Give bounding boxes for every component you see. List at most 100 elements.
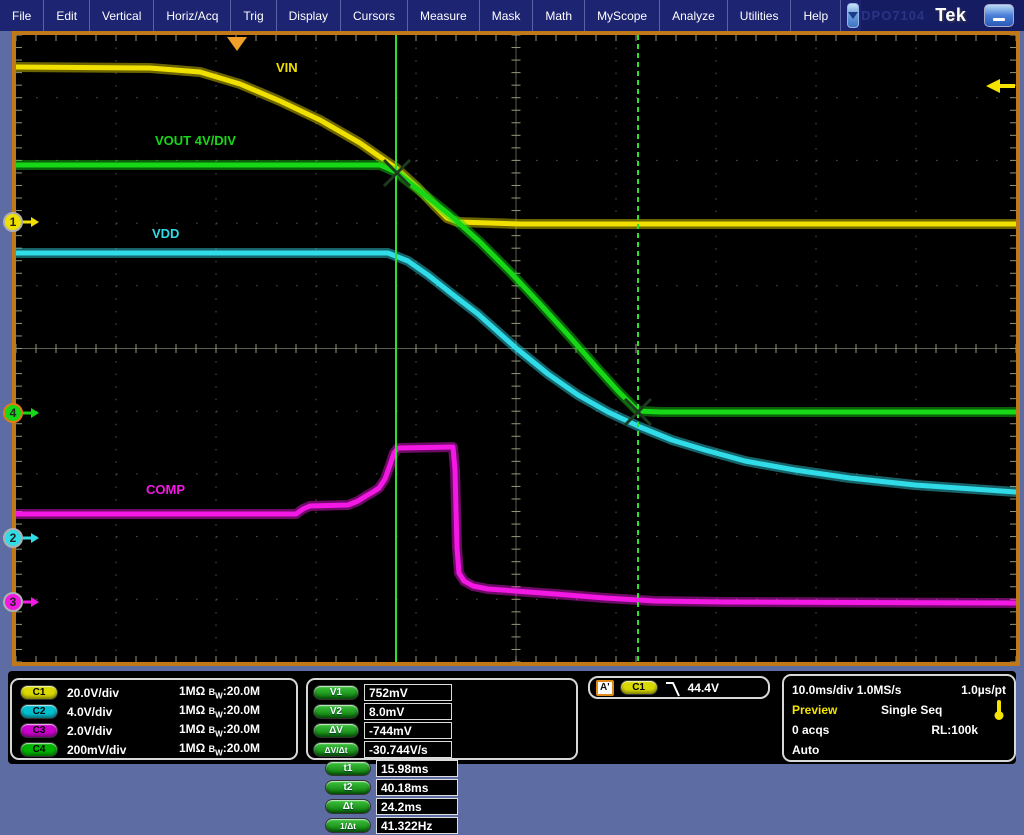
status-bar: C120.0V/div1MΩ BW:20.0MC24.0V/div1MΩ BW:… bbox=[0, 666, 1024, 768]
menu-item-edit[interactable]: Edit bbox=[44, 0, 90, 31]
menu-item-mask[interactable]: Mask bbox=[480, 0, 534, 31]
minimize-icon bbox=[993, 18, 1005, 21]
channel-impedance-bw-c3: 1MΩ BW:20.0M bbox=[179, 722, 260, 738]
trigger-position-marker[interactable] bbox=[227, 37, 247, 51]
cursor-pill--v: ΔV bbox=[313, 723, 359, 738]
record-length-label: RL:100k bbox=[931, 723, 978, 737]
channel-scale-c3: 2.0V/div bbox=[67, 724, 179, 738]
channel-impedance-bw-c1: 1MΩ BW:20.0M bbox=[179, 684, 260, 700]
acq-count-label: 0 acqs bbox=[792, 723, 829, 737]
cursor-pill--t: Δt bbox=[325, 799, 371, 814]
channel-pill-c2: C2 bbox=[20, 704, 58, 719]
channel-row-c2[interactable]: C2 4.0V/div1MΩ BW:20.0M bbox=[20, 702, 296, 721]
trace-label-comp: COMP bbox=[146, 482, 185, 497]
waveform-display[interactable]: VIN VOUT 4V/DIV VDD COMP bbox=[16, 35, 1016, 662]
tek-logo: Tek bbox=[935, 5, 966, 26]
menu-item-math[interactable]: Math bbox=[533, 0, 585, 31]
trigger-source-pill: C1 bbox=[620, 680, 658, 695]
cursor-readout-v2: V2 8.0mV bbox=[313, 702, 452, 721]
cursor-value-1-t: 41.322Hz bbox=[376, 817, 458, 834]
cursor-value-v2: 8.0mV bbox=[364, 703, 452, 720]
cursor-pill-v2: V2 bbox=[313, 704, 359, 719]
menu-item-measure[interactable]: Measure bbox=[408, 0, 480, 31]
trigger-level-marker[interactable] bbox=[986, 79, 1015, 93]
title-zone: DPO7104 Tek X bbox=[861, 0, 1024, 31]
trace-label-vdd: VDD bbox=[152, 226, 179, 241]
channel-pill-c4: C4 bbox=[20, 742, 58, 757]
cursor-pill-v1: V1 bbox=[313, 685, 359, 700]
cursor-readout--v-t: ΔV/Δt -30.744V/s bbox=[313, 740, 452, 759]
channel-impedance-bw-c2: 1MΩ BW:20.0M bbox=[179, 703, 260, 719]
menu-item-cursors[interactable]: Cursors bbox=[341, 0, 408, 31]
oscilloscope-screen: FileEditVerticalHoriz/AcqTrigDisplayCurs… bbox=[0, 0, 1024, 768]
channel-impedance-bw-c4: 1MΩ BW:20.0M bbox=[179, 741, 260, 757]
cursor-readout--t: Δt 24.2ms bbox=[325, 797, 458, 816]
channel-marker-arrow-4 bbox=[23, 407, 39, 419]
sample-resolution-label: 1.0µs/pt bbox=[961, 683, 1006, 697]
cursor-value--t: 24.2ms bbox=[376, 798, 458, 815]
channel-settings-panel[interactable]: C120.0V/div1MΩ BW:20.0MC24.0V/div1MΩ BW:… bbox=[10, 678, 298, 760]
cursor-readout--v: ΔV -744mV bbox=[313, 721, 452, 740]
cursor-value-t2: 40.18ms bbox=[376, 779, 458, 796]
channel-marker-circle-1: 1 bbox=[3, 212, 23, 232]
trigger-mode-label: Auto bbox=[792, 743, 819, 757]
menu-item-trig[interactable]: Trig bbox=[231, 0, 276, 31]
menu-bar: FileEditVerticalHoriz/AcqTrigDisplayCurs… bbox=[0, 0, 1024, 31]
channel-row-c3[interactable]: C3 2.0V/div1MΩ BW:20.0M bbox=[20, 721, 296, 740]
menu-item-display[interactable]: Display bbox=[277, 0, 341, 31]
menu-item-analyze[interactable]: Analyze bbox=[660, 0, 728, 31]
channel-marker-arrow-3 bbox=[23, 596, 39, 608]
channel-pill-c1: C1 bbox=[20, 685, 58, 700]
falling-edge-icon bbox=[664, 678, 682, 698]
cursor-readout-panel: V1752mVV28.0mVΔV-744mVΔV/Δt-30.744V/s t1… bbox=[306, 678, 578, 760]
menu-overflow-button[interactable] bbox=[847, 3, 859, 28]
channel-scale-c1: 20.0V/div bbox=[67, 686, 179, 700]
channel-scale-c2: 4.0V/div bbox=[67, 705, 179, 719]
channel-scale-c4: 200mV/div bbox=[67, 743, 179, 757]
trigger-readout[interactable]: A' C1 44.4V bbox=[588, 676, 770, 699]
thermometer-icon bbox=[992, 699, 1006, 721]
menu-item-myscope[interactable]: MyScope bbox=[585, 0, 660, 31]
channel-pill-c3: C3 bbox=[20, 723, 58, 738]
channel-marker-2[interactable]: 2 bbox=[3, 527, 39, 549]
channel-marker-3[interactable]: 3 bbox=[3, 591, 39, 613]
menu-item-utilities[interactable]: Utilities bbox=[728, 0, 792, 31]
menu-item-file[interactable]: File bbox=[0, 0, 44, 31]
channel-marker-arrow-1 bbox=[23, 216, 39, 228]
menu-item-help[interactable]: Help bbox=[791, 0, 841, 31]
cursor-pill-t1: t1 bbox=[325, 761, 371, 776]
model-label: DPO7104 bbox=[861, 8, 925, 23]
minimize-button[interactable] bbox=[984, 4, 1014, 27]
channel-marker-circle-3: 3 bbox=[3, 592, 23, 612]
menu-items: FileEditVerticalHoriz/AcqTrigDisplayCurs… bbox=[0, 0, 841, 31]
channel-marker-circle-2: 2 bbox=[3, 528, 23, 548]
cursor-pill-1-t: 1/Δt bbox=[325, 818, 371, 833]
cursor-value-t1: 15.98ms bbox=[376, 760, 458, 777]
trace-label-vout: VOUT 4V/DIV bbox=[155, 133, 236, 148]
channel-marker-circle-4: 4 bbox=[3, 403, 23, 423]
cursor-readout-v1: V1 752mV bbox=[313, 683, 452, 702]
cursor-value--v-t: -30.744V/s bbox=[364, 741, 452, 758]
cursor-readout-t2: t2 40.18ms bbox=[325, 778, 458, 797]
menu-item-horiz-acq[interactable]: Horiz/Acq bbox=[154, 0, 231, 31]
channel-marker-1[interactable]: 1 bbox=[3, 211, 39, 233]
preview-status: Preview bbox=[792, 703, 837, 717]
cursor-readout-t1: t1 15.98ms bbox=[325, 759, 458, 778]
timebase-label: 10.0ms/div 1.0MS/s bbox=[792, 683, 901, 697]
cursor-value-v1: 752mV bbox=[364, 684, 452, 701]
channel-marker-arrow-2 bbox=[23, 532, 39, 544]
cursor-pill-t2: t2 bbox=[325, 780, 371, 795]
trigger-a-badge: A' bbox=[596, 680, 614, 696]
cursor-readout-1-t: 1/Δt 41.322Hz bbox=[325, 816, 458, 835]
channel-row-c1[interactable]: C1 20.0V/div1MΩ BW:20.0M bbox=[20, 683, 296, 702]
cursor-value--v: -744mV bbox=[364, 722, 452, 739]
trigger-panel: A' C1 44.4V bbox=[584, 672, 778, 764]
chevron-down-icon bbox=[848, 12, 858, 19]
trace-label-vin: VIN bbox=[276, 60, 298, 75]
acquisition-mode-label: Single Seq bbox=[881, 703, 942, 717]
menu-item-vertical[interactable]: Vertical bbox=[90, 0, 154, 31]
cursor-pill--v-t: ΔV/Δt bbox=[313, 742, 359, 757]
acquisition-panel[interactable]: 10.0ms/div 1.0MS/s 1.0µs/pt Preview Sing… bbox=[782, 674, 1016, 762]
channel-marker-4[interactable]: 4 bbox=[3, 402, 39, 424]
channel-row-c4[interactable]: C4 200mV/div1MΩ BW:20.0M bbox=[20, 740, 296, 759]
